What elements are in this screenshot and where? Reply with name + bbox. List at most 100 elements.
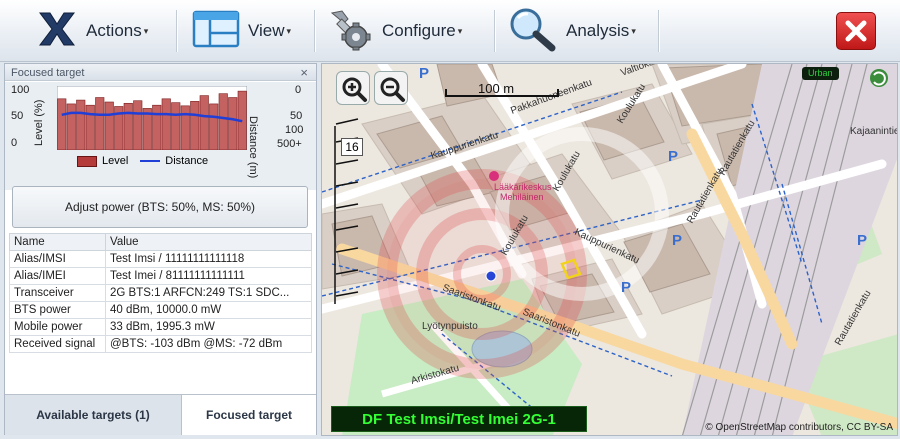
level-bar (95, 97, 105, 150)
panel-title: Focused target (11, 67, 85, 79)
analysis-button[interactable]: Analysis ▾ (506, 6, 636, 56)
level-bar (133, 100, 143, 150)
level-bar (85, 104, 95, 150)
level-bar (123, 102, 133, 150)
row-name: Received signal (9, 335, 106, 353)
level-bar (218, 93, 228, 150)
level-bar (161, 98, 171, 150)
grid-header-row: Name Value (9, 233, 312, 251)
row-name: Mobile power (9, 318, 106, 336)
svg-text:P: P (668, 148, 678, 165)
map-scale-label: 100 m (478, 81, 515, 96)
svg-text:Mehiläinen: Mehiläinen (500, 192, 544, 202)
svg-text:P: P (419, 65, 429, 82)
actions-x-icon (36, 9, 78, 54)
svg-text:Kajaanintie: Kajaanintie (850, 126, 898, 137)
level-bar (209, 103, 219, 150)
chevron-down-icon: ▾ (457, 25, 463, 36)
wrench-gear-icon (326, 7, 374, 56)
level-bar (228, 97, 238, 150)
actions-label: Actions (86, 21, 142, 40)
legend-distance-swatch (140, 160, 161, 162)
target-properties-grid: Name Value Alias/IMSI Test Imsi / 1111111… (9, 233, 312, 353)
zoom-in-icon (342, 77, 367, 102)
y-right-axis-label: Distance (m) (247, 116, 259, 179)
row-name: Alias/IMEI (9, 267, 106, 285)
legend-level-label: Level (102, 155, 129, 167)
chart-legend: Level Distance (77, 155, 208, 167)
column-header-name[interactable]: Name (9, 233, 106, 251)
y-left-axis-label: Level (%) (33, 99, 45, 146)
legend-distance-label: Distance (165, 155, 209, 167)
row-value: Test Imsi / 11111111111118 (105, 250, 312, 268)
level-bar (76, 99, 86, 150)
target-label: DF Test Imsi/Test Imei 2G-1 (331, 406, 587, 432)
chevron-down-icon: ▾ (631, 25, 636, 36)
toolbar-separator (658, 10, 659, 52)
zoom-out-button[interactable] (374, 71, 408, 105)
zoom-in-button[interactable] (336, 71, 370, 105)
chevron-down-icon: ▾ (143, 25, 149, 36)
configure-label: Configure (382, 21, 456, 40)
svg-text:P: P (857, 232, 867, 249)
level-bar (66, 103, 76, 150)
table-row[interactable]: BTS power 40 dBm, 10000.0 mW (9, 301, 312, 319)
y-right-tick: 50 (290, 110, 303, 122)
configure-button[interactable]: Configure ▾ (326, 6, 462, 56)
actions-button[interactable]: Actions ▾ (36, 6, 148, 56)
legend-level-swatch (77, 155, 97, 167)
y-right-tick: 100 (285, 124, 304, 136)
table-row[interactable]: Alias/IMSI Test Imsi / 11111111111118 (9, 250, 312, 268)
map-canvas[interactable]: PPPPP Lääkärikeskus Mehiläinen Kauppurie… (322, 64, 898, 436)
level-bar (152, 104, 162, 150)
toolbar-separator (176, 10, 177, 52)
row-name: Alias/IMSI (9, 250, 106, 268)
chart-plot (57, 86, 247, 150)
svg-text:Lyötynpuisto: Lyötynpuisto (422, 321, 478, 332)
column-header-value[interactable]: Value (105, 233, 312, 251)
table-row[interactable]: Transceiver 2G BTS:1 ARFCN:249 TS:1 SDC..… (9, 284, 312, 302)
row-name: BTS power (9, 301, 106, 319)
level-distance-chart: 100 50 0 Level (%) Distance (m) 0 50 100… (5, 82, 316, 193)
map-attribution: © OpenStreetMap contributors, CC BY-SA (705, 422, 893, 433)
chevron-down-icon: ▾ (286, 25, 292, 36)
table-row[interactable]: Received signal @BTS: -103 dBm @MS: -72 d… (9, 335, 312, 353)
adjust-power-button[interactable]: Adjust power (BTS: 50%, MS: 50%) (12, 186, 308, 228)
svg-text:P: P (621, 279, 631, 296)
y-left-tick: 50 (11, 110, 24, 122)
y-right-tick: 0 (295, 84, 302, 96)
focused-target-panel: Focused target × 100 50 0 Level (%) Dist… (4, 63, 317, 435)
zoom-level-indicator[interactable]: 16 (341, 138, 363, 156)
row-value: @BTS: -103 dBm @MS: -72 dBm (105, 335, 312, 353)
row-value: Test Imei / 81111111111111 (105, 267, 312, 285)
close-icon (845, 20, 867, 42)
svg-text:P: P (672, 232, 682, 249)
y-left-tick: 0 (11, 137, 18, 149)
analysis-label: Analysis (566, 21, 630, 40)
svg-text:Lääkärikeskus: Lääkärikeskus (494, 182, 552, 192)
environment-badge: Urban (802, 67, 839, 80)
level-bar (180, 105, 190, 150)
magnifier-icon (506, 6, 558, 57)
table-row[interactable]: Alias/IMEI Test Imei / 81111111111111 (9, 267, 312, 285)
tab-focused-target[interactable]: Focused target (181, 395, 316, 435)
tab-available-targets[interactable]: Available targets (1) (5, 395, 181, 435)
map-view[interactable]: PPPPP Lääkärikeskus Mehiläinen Kauppurie… (321, 63, 898, 436)
table-row[interactable]: Mobile power 33 dBm, 1995.3 mW (9, 318, 312, 336)
level-bar (104, 101, 114, 150)
zoom-out-icon (380, 77, 405, 102)
close-button[interactable] (836, 12, 876, 50)
level-bar (199, 95, 209, 150)
view-button[interactable]: View ▾ (192, 6, 291, 56)
panel-header: Focused target × (5, 64, 316, 81)
y-left-tick: 100 (11, 84, 30, 96)
close-panel-icon[interactable]: × (300, 65, 308, 80)
panel-tabs: Available targets (1) Focused target (5, 394, 316, 435)
row-value: 2G BTS:1 ARFCN:249 TS:1 SDC... (105, 284, 312, 302)
row-name: Transceiver (9, 284, 106, 302)
main-toolbar: Actions ▾ View ▾ Configure ▾ Analysis ▾ (0, 0, 900, 62)
y-right-tick: 500+ (277, 138, 302, 150)
level-bar (190, 101, 200, 150)
row-value: 40 dBm, 10000.0 mW (105, 301, 312, 319)
level-bar (171, 102, 181, 150)
